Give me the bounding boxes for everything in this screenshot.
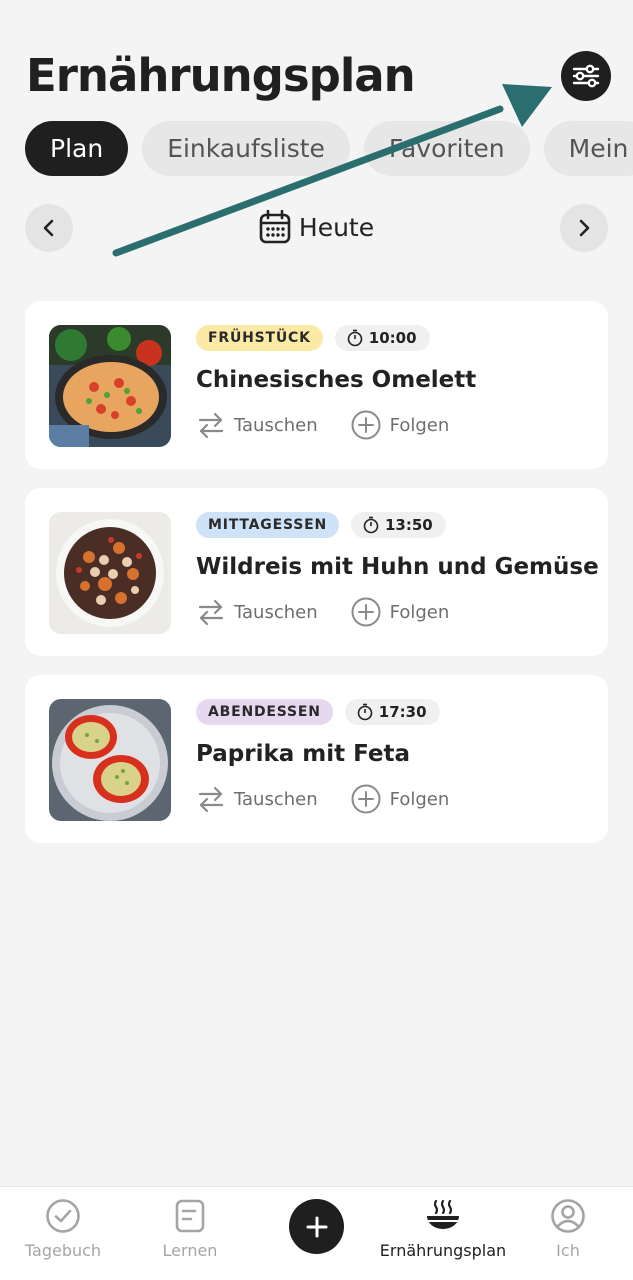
- chevron-right-icon: [579, 219, 590, 237]
- nav-label: Tagebuch: [24, 1241, 102, 1260]
- date-navigator: Heute: [25, 204, 608, 254]
- swap-label: Tauschen: [234, 788, 318, 810]
- meal-time-badge: 10:00: [334, 325, 430, 351]
- swap-icon: [198, 786, 224, 813]
- meal-category-badge: FRÜHSTÜCK: [196, 325, 323, 351]
- tab-favoriten[interactable]: Favoriten: [363, 121, 530, 176]
- bottom-navigation: Tagebuch Lernen Ernährungsplan Ich: [0, 1186, 633, 1280]
- nav-item-ich[interactable]: Ich: [498, 1197, 633, 1260]
- add-button[interactable]: [289, 1199, 344, 1254]
- meal-image-omelett: [49, 325, 171, 447]
- calendar-icon: [259, 210, 291, 244]
- swap-button[interactable]: Tauschen: [196, 410, 318, 440]
- meal-category-badge: ABENDESSEN: [196, 699, 333, 725]
- header: Ernährungsplan: [26, 48, 616, 108]
- plus-circle-icon: [351, 597, 381, 627]
- swap-button[interactable]: Tauschen: [196, 597, 318, 627]
- meal-card-dinner[interactable]: ABENDESSEN 17:30 Paprika mit Feta Tausch…: [25, 675, 608, 843]
- bowl-icon: [427, 1199, 459, 1229]
- follow-label: Folgen: [389, 414, 450, 436]
- plus-circle-icon: [351, 410, 381, 440]
- nav-label: Ich: [556, 1241, 580, 1260]
- filter-button[interactable]: [561, 51, 611, 101]
- meal-time: 13:50: [384, 516, 433, 534]
- meal-title[interactable]: Paprika mit Feta: [196, 739, 598, 769]
- sliders-icon: [572, 64, 600, 88]
- follow-label: Folgen: [389, 788, 450, 810]
- date-display: Heute: [25, 210, 608, 244]
- meal-time: 10:00: [368, 329, 417, 347]
- swap-icon: [198, 599, 224, 626]
- swap-label: Tauschen: [234, 601, 318, 623]
- meal-category-badge: MITTAGESSEN: [196, 512, 339, 538]
- follow-button[interactable]: Folgen: [350, 783, 450, 815]
- tab-mein[interactable]: Mein: [543, 121, 633, 176]
- follow-button[interactable]: Folgen: [350, 596, 450, 628]
- stopwatch-icon: [363, 516, 379, 534]
- meal-card-breakfast[interactable]: FRÜHSTÜCK 10:00 Chinesisches Omelett Tau…: [25, 301, 608, 469]
- swap-button[interactable]: Tauschen: [196, 784, 318, 814]
- plus-circle-icon: [351, 784, 381, 814]
- nav-label: Lernen: [162, 1241, 218, 1260]
- document-icon: [175, 1199, 205, 1233]
- meal-image-wildreis: [49, 512, 171, 634]
- plus-icon: [306, 1216, 327, 1237]
- meal-image-paprika: [49, 699, 171, 821]
- meal-time: 17:30: [378, 703, 427, 721]
- swap-icon: [198, 412, 224, 439]
- meal-title[interactable]: Wildreis mit Huhn und Gemüse: [196, 552, 599, 582]
- follow-label: Folgen: [389, 601, 450, 623]
- meal-list: FRÜHSTÜCK 10:00 Chinesisches Omelett Tau…: [25, 301, 608, 862]
- nav-item-ernaehrungsplan[interactable]: Ernährungsplan: [373, 1197, 513, 1260]
- meal-time-badge: 13:50: [350, 512, 446, 538]
- meal-time-badge: 17:30: [344, 699, 440, 725]
- tab-bar: Plan Einkaufsliste Favoriten Mein: [25, 121, 633, 177]
- stopwatch-icon: [357, 703, 373, 721]
- meal-card-lunch[interactable]: MITTAGESSEN 13:50 Wildreis mit Huhn und …: [25, 488, 608, 656]
- next-day-button[interactable]: [560, 204, 608, 252]
- nav-label: Ernährungsplan: [379, 1241, 507, 1260]
- check-circle-icon: [46, 1199, 80, 1233]
- nav-item-tagebuch[interactable]: Tagebuch: [0, 1197, 133, 1260]
- date-label: Heute: [298, 212, 375, 242]
- meal-title[interactable]: Chinesisches Omelett: [196, 365, 598, 395]
- tab-plan[interactable]: Plan: [25, 121, 129, 176]
- swap-label: Tauschen: [234, 414, 318, 436]
- page-title: Ernährungsplan: [26, 49, 416, 102]
- stopwatch-icon: [347, 329, 363, 347]
- user-circle-icon: [551, 1199, 585, 1233]
- follow-button[interactable]: Folgen: [350, 409, 450, 441]
- nav-item-lernen[interactable]: Lernen: [120, 1197, 260, 1260]
- tab-einkaufsliste[interactable]: Einkaufsliste: [142, 121, 350, 176]
